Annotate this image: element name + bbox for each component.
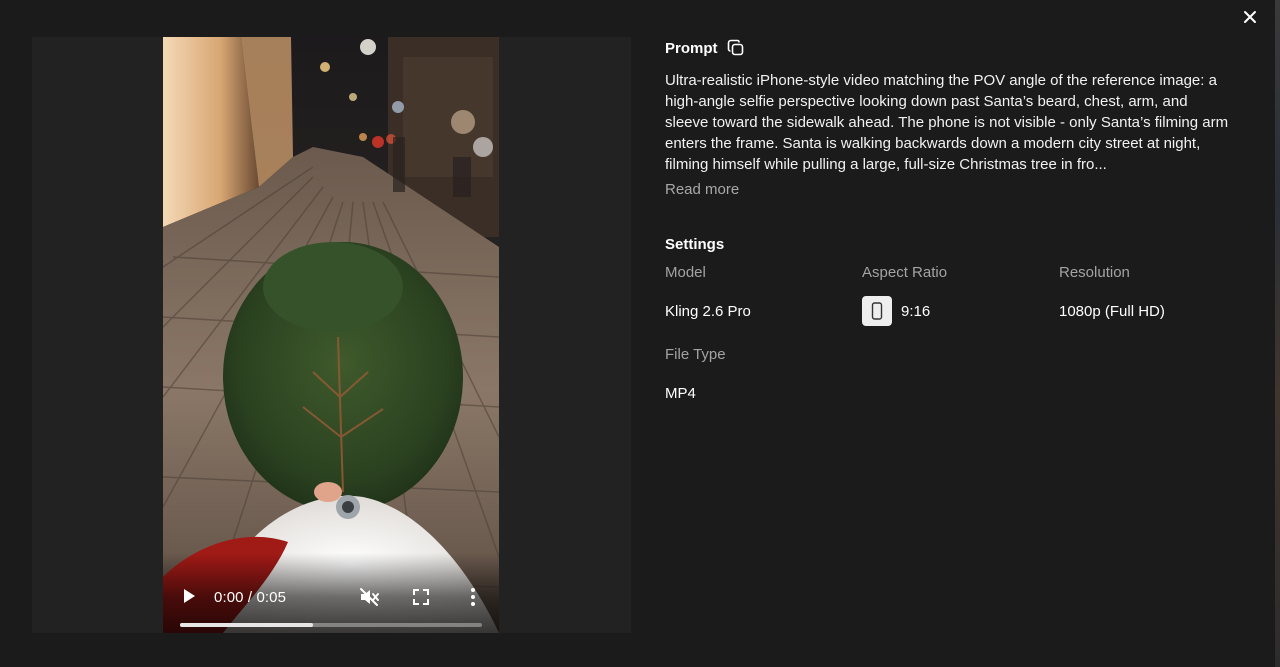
setting-aspect-ratio: Aspect Ratio 9:16 — [862, 264, 947, 326]
close-button[interactable] — [1239, 6, 1261, 28]
play-icon — [184, 589, 195, 603]
media-preview-panel: 0:00 / 0:05 — [32, 37, 631, 633]
video-controls: 0:00 / 0:05 — [163, 553, 499, 633]
model-label: Model — [665, 264, 706, 281]
read-more-link[interactable]: Read more — [665, 181, 739, 198]
duration: 0:05 — [256, 589, 287, 606]
prompt-title: Prompt — [665, 39, 718, 57]
aspect-ratio-value: 9:16 — [901, 302, 931, 320]
copy-icon — [727, 39, 743, 56]
setting-file-type: File Type MP4 — [665, 346, 726, 408]
mute-button[interactable] — [358, 586, 380, 608]
prompt-header: Prompt — [665, 36, 1235, 60]
prompt-text: Ultra-realistic iPhone-style video match… — [665, 72, 1229, 173]
play-button[interactable] — [179, 586, 199, 606]
resolution-value: 1080p (Full HD) — [1059, 302, 1165, 320]
file-type-value: MP4 — [665, 384, 696, 402]
setting-model: Model Kling 2.6 Pro — [665, 264, 751, 326]
more-vertical-icon — [471, 588, 475, 606]
close-icon — [1244, 11, 1256, 23]
current-time: 0:00 — [214, 589, 244, 606]
more-options-button[interactable] — [465, 587, 481, 607]
video-player[interactable]: 0:00 / 0:05 — [163, 37, 499, 633]
fullscreen-button[interactable] — [412, 588, 430, 606]
details-panel: Prompt Ultra-realistic iPhone-style vide… — [665, 36, 1235, 402]
aspect-ratio-label: Aspect Ratio — [862, 264, 948, 281]
copy-prompt-button[interactable] — [726, 38, 746, 58]
progress-fill — [180, 623, 313, 627]
aspect-ratio-value-row: 9:16 — [862, 296, 947, 326]
media-detail-modal: 0:00 / 0:05 Prompt Ultra-realistic iPhon… — [0, 0, 1280, 667]
background-page-edge — [1275, 0, 1280, 667]
settings-title: Settings — [665, 236, 725, 253]
volume-muted-icon — [360, 588, 379, 606]
file-type-label: File Type — [665, 346, 726, 363]
resolution-label: Resolution — [1059, 264, 1130, 281]
model-value: Kling 2.6 Pro — [665, 302, 751, 320]
progress-bar[interactable] — [180, 623, 482, 627]
time-display: 0:00 / 0:05 — [214, 589, 286, 606]
portrait-phone-icon — [871, 302, 883, 320]
fullscreen-icon — [413, 589, 429, 605]
aspect-ratio-badge — [862, 296, 892, 326]
video-frame — [163, 37, 499, 633]
setting-resolution: Resolution 1080p (Full HD) — [1059, 264, 1165, 326]
